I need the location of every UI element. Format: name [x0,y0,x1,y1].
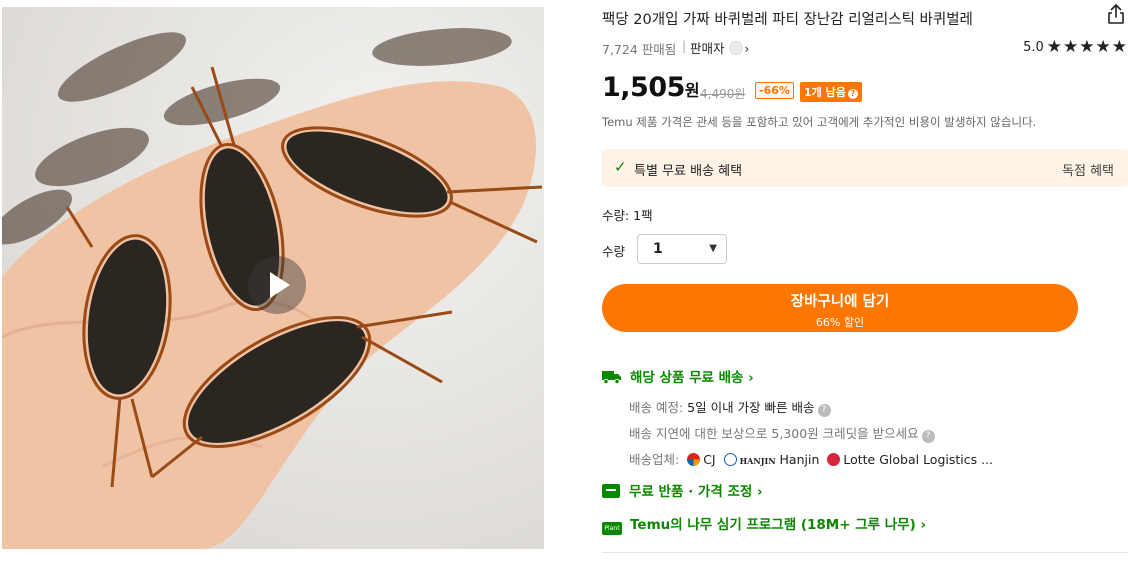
help-icon: ? [847,89,858,99]
shipping-credit: 배송 지연에 대한 보상으로 5,300원 크레딧을 받으세요? [629,423,935,443]
carrier-hanjin: Hanjin [779,452,820,467]
add-to-cart-button[interactable]: 장바구니에 담기 66% 할인 [602,284,1078,332]
free-shipping-link[interactable]: 해당 상품 무료 배송 › [602,366,754,386]
chevron-right-icon: › [748,370,754,386]
help-icon[interactable]: ? [921,430,935,443]
add-to-cart-discount: 66% 할인 [815,316,865,329]
quantity-value: 1 [653,241,663,257]
carrier-lotte: Lotte Global Logistics ... [843,452,994,467]
quantity-label: 수량 [602,244,626,259]
plant-icon: Plant [602,522,622,535]
rating-value: 5.0 [1023,40,1044,55]
stock-badge-label: 1개 남음 [804,86,846,99]
discount-badge: -66% [755,82,794,99]
add-to-cart-label: 장바구니에 담기 [790,294,890,310]
rating[interactable]: 5.0 ★★★★★ [1023,37,1128,57]
help-icon[interactable]: ? [817,404,831,417]
original-price: 4,490원 [700,87,746,101]
lotte-logo-icon [827,453,841,466]
price-notice: Temu 제품 가격은 관세 등을 포함하고 있어 고객에게 추가적인 비용이 … [602,115,1037,129]
divider [602,552,1128,553]
product-image[interactable] [2,7,544,549]
seller-link[interactable]: 판매자 › [690,38,749,57]
return-box-icon [602,484,620,498]
chevron-right-icon: › [744,42,750,56]
product-info: 팩당 20개입 가짜 바퀴벌레 파티 장난감 리얼리스틱 바퀴벌레 7,724 … [602,0,1128,565]
truck-icon [602,371,621,384]
chevron-down-icon: ▼ [709,243,717,254]
tree-program-label: Temu의 나무 심기 프로그램 (18M+ 그루 나무) [630,517,916,533]
exclusive-benefit: 독점 혜택 [1062,164,1114,179]
meta-separator: | [682,38,687,53]
chevron-right-icon: › [757,484,763,500]
quantity-select[interactable]: 1 ▼ [637,234,727,264]
meta-row: 7,724 판매됨 | 판매자 › 5.0 ★★★★★ [602,37,1128,57]
hanjin-logo-text: HANJIN [739,456,776,466]
free-returns-label: 무료 반품 · 가격 조정 [629,484,753,500]
product-title: 팩당 20개입 가짜 바퀴벌레 파티 장난감 리얼리스틱 바퀴벌레 [602,12,973,28]
cj-logo-icon [687,453,701,466]
promo-banner[interactable]: ✓ 특별 무료 배송 혜택 독점 혜택 [602,149,1128,187]
shipping-carriers: 배송업체: CJ HANJIN Hanjin Lotte Global Logi… [629,449,993,468]
check-icon: ✓ [614,158,627,176]
carrier-label: 배송업체: [629,452,680,467]
price-currency: 원 [684,81,700,100]
stock-badge[interactable]: 1개 남음? [800,82,862,102]
play-video-icon[interactable] [248,256,306,314]
promo-label: 특별 무료 배송 혜택 [634,164,743,179]
carrier-cj: CJ [703,452,716,467]
share-icon[interactable] [1106,3,1126,25]
price-row: 1,505원 4,490원 -66% 1개 남음? [602,72,1128,108]
credit-text: 배송 지연에 대한 보상으로 5,300원 크레딧을 받으세요 [629,426,919,441]
eta-label: 배송 예정: [629,400,684,415]
quantity-pack-text: 수량: 1팩 [602,208,653,223]
star-rating-icon: ★★★★★ [1046,37,1128,57]
free-returns-link[interactable]: 무료 반품 · 가격 조정 › [602,480,763,500]
chevron-right-icon: › [920,517,927,533]
tree-program-link[interactable]: Plant Temu의 나무 심기 프로그램 (18M+ 그루 나무) › [602,513,926,535]
seller-label: 판매자 [690,41,725,56]
free-shipping-label: 해당 상품 무료 배송 [630,370,744,386]
price-amount: 1,505 [602,72,685,103]
sold-count: 7,724 판매됨 [602,42,677,57]
shipping-eta: 배송 예정: 5일 이내 가장 빠른 배송? [629,397,831,417]
hanjin-logo-icon [723,453,737,466]
seller-avatar [728,41,743,55]
eta-value: 5일 이내 가장 빠른 배송 [687,400,815,415]
current-price: 1,505원 [602,72,700,103]
